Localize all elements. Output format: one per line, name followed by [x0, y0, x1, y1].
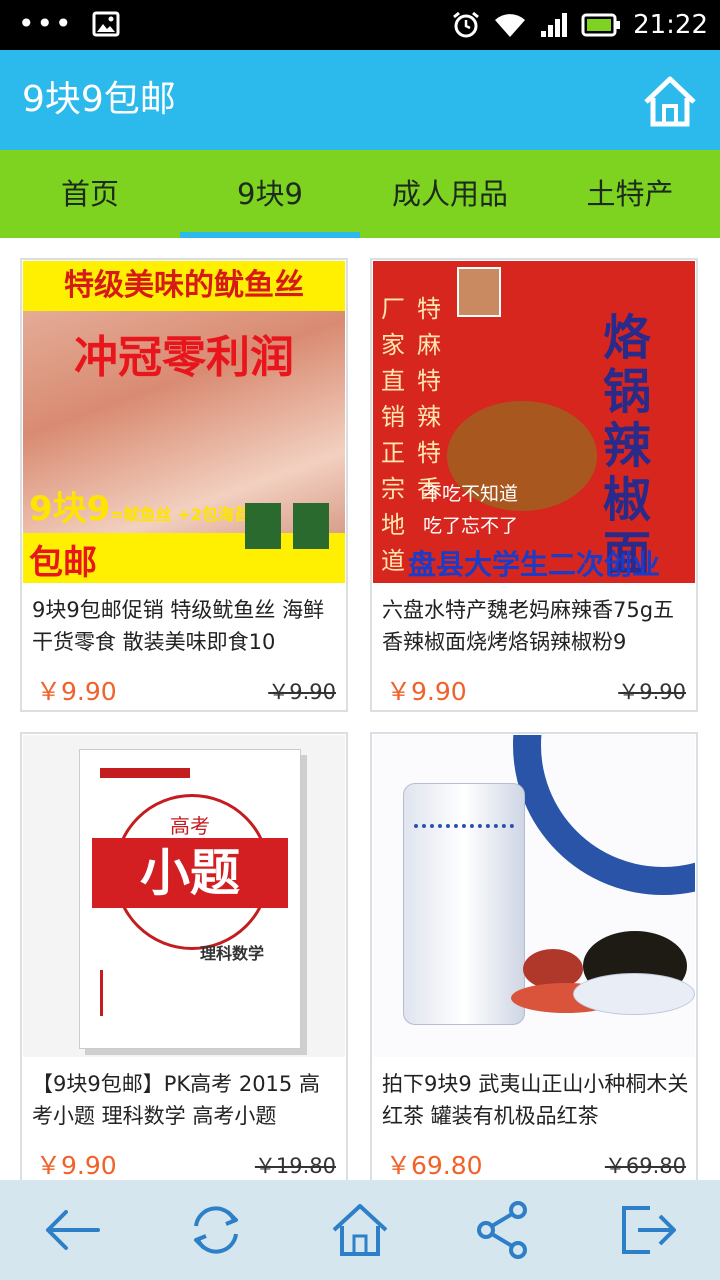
book-cover: 高考 小题 理科数学: [79, 749, 301, 1049]
battery-icon: [581, 13, 621, 37]
product-original-price: ￥69.80: [604, 1154, 686, 1178]
tab-local-specialties[interactable]: 土特产: [540, 150, 720, 238]
plate-decoration: [513, 735, 695, 895]
signal-icon: [541, 13, 568, 37]
tab-adult-products[interactable]: 成人用品: [360, 150, 540, 238]
tab-label: 成人用品: [391, 177, 508, 211]
image-footer-banner: 包邮: [23, 503, 345, 583]
product-name[interactable]: 【9块9包邮】PK高考 2015 高考小题 理科数学 高考小题: [32, 1068, 340, 1132]
book-subject: 理科数学: [200, 944, 265, 963]
product-name[interactable]: 9块9包邮促销 特级鱿鱼丝 海鲜干货零食 散装美味即食10: [32, 594, 340, 658]
book-title: 小题: [92, 838, 288, 908]
product-grid: 特级美味的鱿鱼丝 冲冠零利润 9块9=鱿鱼丝 +2包海苔 包邮 9块9包邮促销 …: [0, 238, 720, 1186]
product-price: ￥9.90: [386, 677, 467, 706]
product-image[interactable]: 高考 小题 理科数学: [23, 735, 345, 1057]
home-icon[interactable]: [328, 1200, 392, 1260]
category-tabs: 首页 9块9 成人用品 土特产: [0, 150, 720, 238]
more-notifications-icon: •••: [18, 7, 74, 40]
product-card[interactable]: 特级美味的鱿鱼丝 冲冠零利润 9块9=鱿鱼丝 +2包海苔 包邮 9块9包邮促销 …: [20, 258, 348, 712]
clock: 21:22: [633, 10, 708, 40]
book-top-text: 高考: [170, 814, 210, 838]
product-original-price: ￥9.90: [618, 680, 686, 704]
image-vertical-text-2: 特麻特辣特香: [417, 295, 441, 503]
image-vertical-text-1: 厂家直销正宗地道: [381, 295, 405, 575]
image-headline: 冲冠零利润: [74, 332, 294, 383]
tab-label: 首页: [60, 177, 119, 211]
product-card[interactable]: 拍下9块9 武夷山正山小种桐木关红茶 罐装有机极品红茶 ￥69.80 ￥69.8…: [370, 732, 698, 1186]
image-portrait: [457, 267, 501, 317]
tea-dish: [573, 973, 695, 1015]
wifi-icon: [495, 14, 526, 37]
page-title: 9块9包邮: [22, 79, 176, 120]
tab-home[interactable]: 首页: [0, 150, 180, 238]
product-name[interactable]: 拍下9块9 武夷山正山小种桐木关红茶 罐装有机极品红茶: [382, 1068, 690, 1132]
tab-label: 土特产: [586, 177, 674, 211]
product-card[interactable]: 高考 小题 理科数学 【9块9包邮】PK高考 2015 高考小题 理科数学 高考…: [20, 732, 348, 1186]
product-price: ￥69.80: [386, 1151, 483, 1180]
share-icon[interactable]: [472, 1200, 536, 1260]
image-price-badge: 9块9=鱿鱼丝 +2包海苔: [29, 489, 250, 529]
image-product-title: 烙锅辣椒面: [603, 310, 652, 582]
tab-label: 9块9: [237, 177, 303, 211]
exit-icon[interactable]: [616, 1200, 680, 1260]
product-price: ￥9.90: [36, 677, 117, 706]
product-image[interactable]: 厂家直销正宗地道 特麻特辣特香 烙锅辣椒面 不吃不知道 吃了忘不了 盘县大学生二…: [373, 261, 695, 583]
bottom-navigation: [0, 1180, 720, 1280]
status-bar: ••• 21:22: [0, 0, 720, 50]
product-price: ￥9.90: [36, 1151, 117, 1180]
gallery-notification-icon: [92, 11, 120, 37]
product-image[interactable]: [373, 735, 695, 1057]
product-name[interactable]: 六盘水特产魏老妈麻辣香75g五香辣椒面烧烤烙锅辣椒粉9: [382, 594, 690, 658]
image-banner-top: 特级美味的鱿鱼丝: [23, 261, 345, 311]
tab-9-9[interactable]: 9块9: [180, 150, 360, 238]
back-icon[interactable]: [40, 1200, 104, 1260]
home-icon[interactable]: [642, 74, 698, 128]
product-original-price: ￥9.90: [268, 680, 336, 704]
image-slogan-2: 吃了忘不了: [423, 515, 519, 537]
image-bottom-banner: 盘县大学生二次创业: [407, 548, 660, 581]
product-image[interactable]: 特级美味的鱿鱼丝 冲冠零利润 9块9=鱿鱼丝 +2包海苔 包邮: [23, 261, 345, 583]
alarm-icon: [453, 11, 479, 38]
tea-can: [403, 783, 525, 1025]
product-card[interactable]: 厂家直销正宗地道 特麻特辣特香 烙锅辣椒面 不吃不知道 吃了忘不了 盘县大学生二…: [370, 258, 698, 712]
app-header: 9块9包邮: [0, 50, 720, 150]
image-slogan-1: 不吃不知道: [423, 483, 519, 505]
product-original-price: ￥19.80: [254, 1154, 336, 1178]
refresh-icon[interactable]: [184, 1200, 248, 1260]
